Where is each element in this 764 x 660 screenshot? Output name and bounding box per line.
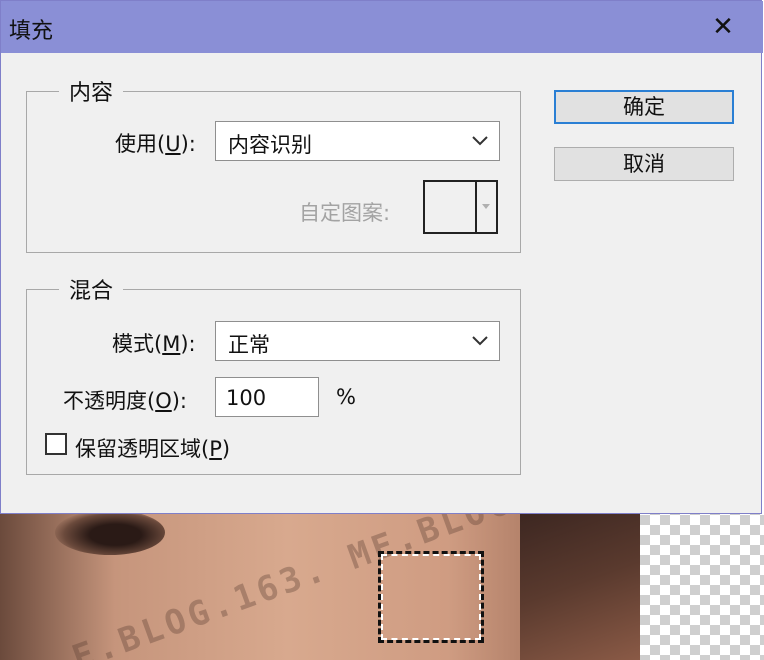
cancel-button[interactable]: 取消 xyxy=(554,147,734,181)
preserve-transparency-checkbox[interactable] xyxy=(45,433,67,455)
use-label: 使用(U): xyxy=(115,132,196,156)
dialog-titlebar[interactable]: 填充 ✕ xyxy=(1,1,763,53)
dialog-title: 填充 xyxy=(9,19,54,44)
use-dropdown[interactable]: 内容识别 xyxy=(215,121,500,161)
mode-label: 模式(M): xyxy=(112,332,196,356)
transparency-checkerboard xyxy=(640,505,764,660)
opacity-label: 不透明度(O): xyxy=(63,389,188,413)
pattern-picker-divider xyxy=(475,182,477,232)
custom-pattern-label: 自定图案: xyxy=(299,201,391,225)
use-dropdown-value: 内容识别 xyxy=(228,133,312,157)
blend-group-title: 混合 xyxy=(59,273,124,305)
mode-dropdown-value: 正常 xyxy=(228,333,270,357)
chevron-down-icon xyxy=(472,136,488,146)
close-icon[interactable]: ✕ xyxy=(703,9,743,45)
opacity-input[interactable]: 100 xyxy=(215,377,319,417)
ok-button[interactable]: 确定 xyxy=(554,90,734,124)
photo-hair xyxy=(520,505,640,660)
opacity-input-value: 100 xyxy=(226,386,267,410)
opacity-unit: % xyxy=(336,385,356,409)
chevron-down-icon xyxy=(472,336,488,346)
preserve-transparency-label[interactable]: 保留透明区域(P) xyxy=(75,433,230,463)
marquee-selection[interactable] xyxy=(378,551,484,643)
mode-dropdown[interactable]: 正常 xyxy=(215,321,500,361)
fill-dialog: 填充 ✕ 内容 使用(U): 内容识别 自定图案: 混合 模式(M): 正常 不… xyxy=(0,0,763,514)
custom-pattern-picker[interactable] xyxy=(423,180,498,234)
pattern-dropdown-arrow-icon xyxy=(482,204,490,209)
content-group-title: 内容 xyxy=(59,75,124,107)
photo-eye xyxy=(55,510,165,555)
